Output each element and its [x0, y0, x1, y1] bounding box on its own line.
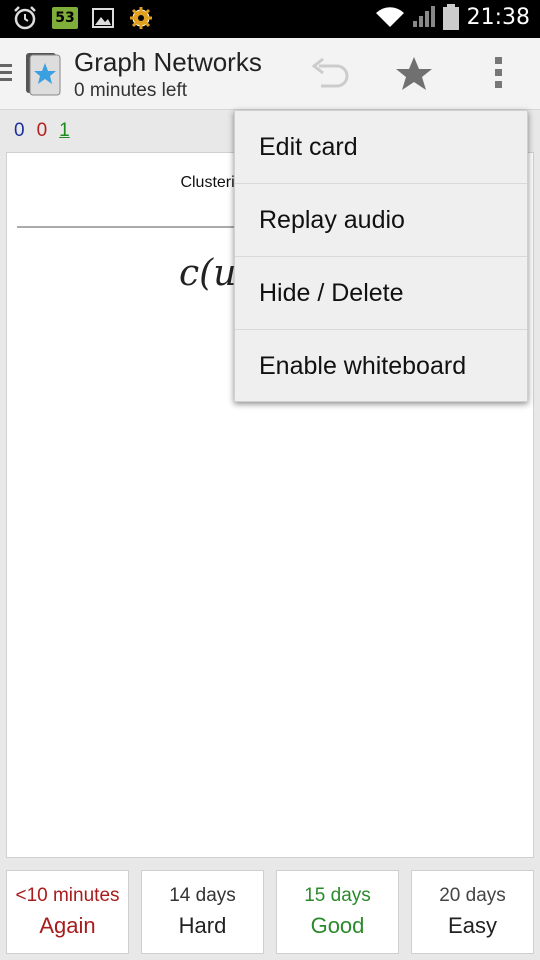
- hard-label: Hard: [178, 913, 227, 938]
- hard-button[interactable]: 14 days Hard: [141, 870, 264, 954]
- wifi-icon: [375, 7, 404, 27]
- learning-count: 0: [36, 120, 48, 141]
- drawer-menu-icon[interactable]: [0, 64, 14, 85]
- menu-item-replay-audio[interactable]: Replay audio: [235, 184, 527, 257]
- menu-item-enable-whiteboard[interactable]: Enable whiteboard: [235, 330, 527, 403]
- again-interval: <10 minutes: [15, 885, 120, 906]
- card-formula: c(u: [179, 253, 237, 294]
- again-button[interactable]: <10 minutes Again: [6, 870, 129, 954]
- hard-interval: 14 days: [169, 885, 236, 906]
- deck-title: Graph Networks: [74, 47, 262, 77]
- battery-icon: [442, 4, 459, 30]
- menu-item-hide-delete[interactable]: Hide / Delete: [235, 257, 527, 330]
- good-label: Good: [310, 913, 365, 938]
- clock-time: 21:38: [466, 4, 530, 30]
- overflow-menu-icon[interactable]: [490, 57, 506, 91]
- menu-item-edit-card[interactable]: Edit card: [235, 111, 527, 184]
- undo-icon[interactable]: [309, 56, 351, 92]
- signal-strength-icon: [412, 6, 435, 27]
- easy-label: Easy: [448, 913, 497, 938]
- time-left-subtitle: 0 minutes left: [74, 80, 187, 101]
- easy-interval: 20 days: [439, 885, 506, 906]
- star-icon[interactable]: [394, 54, 434, 94]
- card-counts: 0 0 1: [14, 120, 70, 142]
- status-bar: 53 21:38: [0, 0, 540, 38]
- review-count: 1: [59, 120, 70, 141]
- again-label: Again: [39, 913, 96, 938]
- alarm-clock-icon: [14, 6, 36, 30]
- overflow-dropdown-menu: Edit card Replay audio Hide / Delete Ena…: [234, 110, 528, 402]
- answer-buttons: <10 minutes Again 14 days Hard 15 days G…: [6, 870, 534, 954]
- easy-button[interactable]: 20 days Easy: [411, 870, 534, 954]
- image-icon: [92, 8, 114, 28]
- good-interval: 15 days: [304, 885, 371, 906]
- action-bar: Graph Networks 0 minutes left: [0, 38, 540, 110]
- new-count: 0: [14, 120, 25, 141]
- notification-count-badge: 53: [52, 7, 78, 29]
- settings-gear-icon: [130, 7, 152, 29]
- app-logo-icon[interactable]: [24, 51, 62, 97]
- good-button[interactable]: 15 days Good: [276, 870, 399, 954]
